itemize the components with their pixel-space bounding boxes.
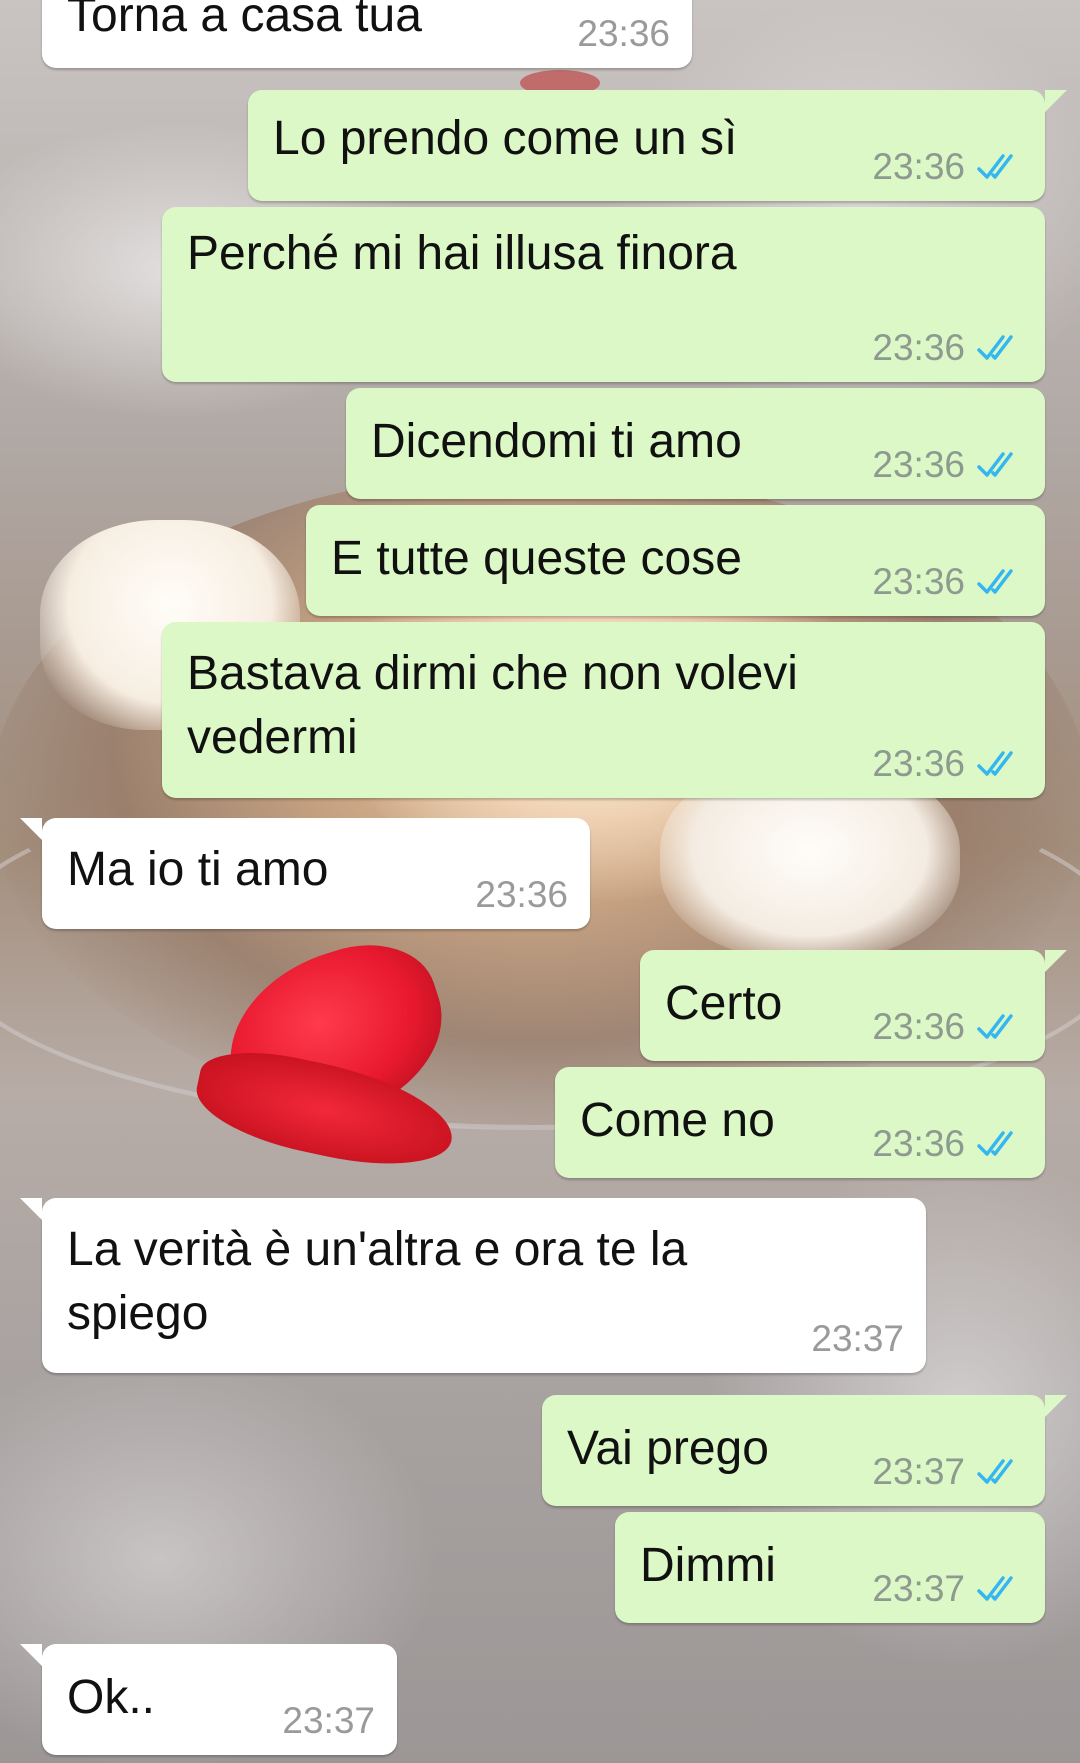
message-meta: 23:36 <box>872 562 1023 602</box>
incoming-message[interactable]: Ok.. 23:37 <box>20 1644 397 1755</box>
outgoing-message[interactable]: Bastava dirmi che non volevi vedermi 23:… <box>162 622 1045 798</box>
outgoing-message[interactable]: E tutte queste cose 23:36 <box>306 505 1045 616</box>
message-meta: 23:36 <box>872 744 1023 784</box>
outgoing-message[interactable]: Lo prendo come un sì 23:36 <box>248 90 1067 201</box>
incoming-message[interactable]: La verità è un'altra e ora te la spiego … <box>20 1198 926 1373</box>
message-time: 23:37 <box>872 1451 965 1492</box>
message-meta: 23:37 <box>282 1701 375 1741</box>
double-check-icon <box>977 751 1013 776</box>
message-meta: 23:37 <box>872 1452 1023 1492</box>
message-text: La verità è un'altra e ora te la spiego <box>67 1223 688 1340</box>
double-check-icon <box>977 452 1013 477</box>
message-time: 23:36 <box>872 327 965 368</box>
double-check-icon <box>977 569 1013 594</box>
double-check-icon <box>977 1014 1013 1039</box>
double-check-icon <box>977 1576 1013 1601</box>
message-meta: 23:37 <box>811 1319 904 1359</box>
message-meta: 23:36 <box>872 1007 1023 1047</box>
outgoing-message[interactable]: Dimmi 23:37 <box>615 1512 1045 1623</box>
message-time: 23:36 <box>872 1123 965 1164</box>
message-meta: 23:36 <box>872 328 1023 368</box>
message-text: Perché mi hai illusa finora <box>187 227 737 280</box>
message-time: 23:36 <box>577 13 670 54</box>
message-text: E tutte queste cose <box>331 532 742 585</box>
message-text: Ok.. <box>67 1671 156 1724</box>
incoming-message[interactable]: Torna a casa tua 23:36 <box>42 0 692 68</box>
message-time: 23:37 <box>282 1700 375 1741</box>
message-time: 23:36 <box>872 444 965 485</box>
message-text: Ma io ti amo <box>67 843 329 896</box>
message-text: Bastava dirmi che non volevi vedermi <box>187 647 798 764</box>
message-time: 23:36 <box>872 1006 965 1047</box>
message-time: 23:37 <box>811 1318 904 1359</box>
message-meta: 23:36 <box>872 1124 1023 1164</box>
message-meta: 23:36 <box>872 147 1023 187</box>
message-text: Torna a casa tua <box>67 0 422 42</box>
double-check-icon <box>977 154 1013 179</box>
outgoing-message[interactable]: Certo 23:36 <box>640 950 1067 1061</box>
outgoing-message[interactable]: Come no 23:36 <box>555 1067 1045 1178</box>
message-meta: 23:36 <box>872 445 1023 485</box>
message-text: Come no <box>580 1094 775 1147</box>
message-text: Dicendomi ti amo <box>371 415 742 468</box>
message-meta: 23:36 <box>577 14 670 54</box>
message-meta: 23:37 <box>872 1569 1023 1609</box>
double-check-icon <box>977 1459 1013 1484</box>
message-time: 23:36 <box>475 874 568 915</box>
message-text: Lo prendo come un sì <box>273 112 738 165</box>
double-check-icon <box>977 1131 1013 1156</box>
incoming-message[interactable]: Ma io ti amo 23:36 <box>20 818 590 929</box>
message-meta: 23:36 <box>475 875 568 915</box>
chat-message-list[interactable]: Torna a casa tua 23:36 Lo prendo come un… <box>0 0 1080 1763</box>
double-check-icon <box>977 335 1013 360</box>
outgoing-message[interactable]: Vai prego 23:37 <box>542 1395 1067 1506</box>
outgoing-message[interactable]: Perché mi hai illusa finora 23:36 <box>162 207 1045 382</box>
message-time: 23:36 <box>872 561 965 602</box>
message-time: 23:37 <box>872 1568 965 1609</box>
message-time: 23:36 <box>872 146 965 187</box>
message-time: 23:36 <box>872 743 965 784</box>
outgoing-message[interactable]: Dicendomi ti amo 23:36 <box>346 388 1045 499</box>
message-text: Vai prego <box>567 1422 769 1475</box>
